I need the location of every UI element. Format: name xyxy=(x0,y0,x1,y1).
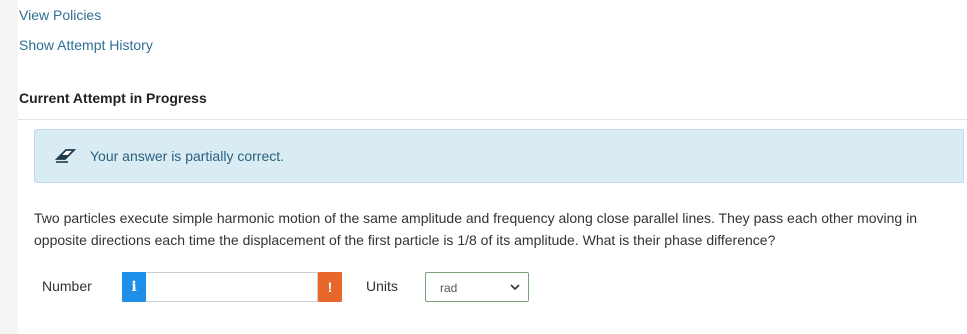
chevron-down-icon xyxy=(510,284,520,291)
question-panel: View Policies Show Attempt History Curre… xyxy=(18,0,967,334)
units-label: Units xyxy=(366,278,398,294)
units-select[interactable]: rad xyxy=(425,272,529,302)
number-input[interactable] xyxy=(146,272,318,302)
section-divider xyxy=(18,119,967,120)
left-margin xyxy=(0,0,18,334)
answer-row: Number i ! Units rad xyxy=(34,269,554,303)
number-label: Number xyxy=(42,278,92,294)
assignment-page: View Policies Show Attempt History Curre… xyxy=(0,0,967,334)
attempt-heading: Current Attempt in Progress xyxy=(19,90,207,106)
show-attempt-history-link[interactable]: Show Attempt History xyxy=(19,37,153,53)
feedback-alert: Your answer is partially correct. xyxy=(34,129,964,183)
feedback-text: Your answer is partially correct. xyxy=(90,148,285,164)
eraser-icon xyxy=(55,149,77,163)
question-text: Two particles execute simple harmonic mo… xyxy=(34,210,917,248)
view-policies-link[interactable]: View Policies xyxy=(19,7,101,23)
units-selected-value: rad xyxy=(440,281,458,295)
info-icon[interactable]: i xyxy=(122,272,146,302)
warning-icon: ! xyxy=(318,272,342,302)
